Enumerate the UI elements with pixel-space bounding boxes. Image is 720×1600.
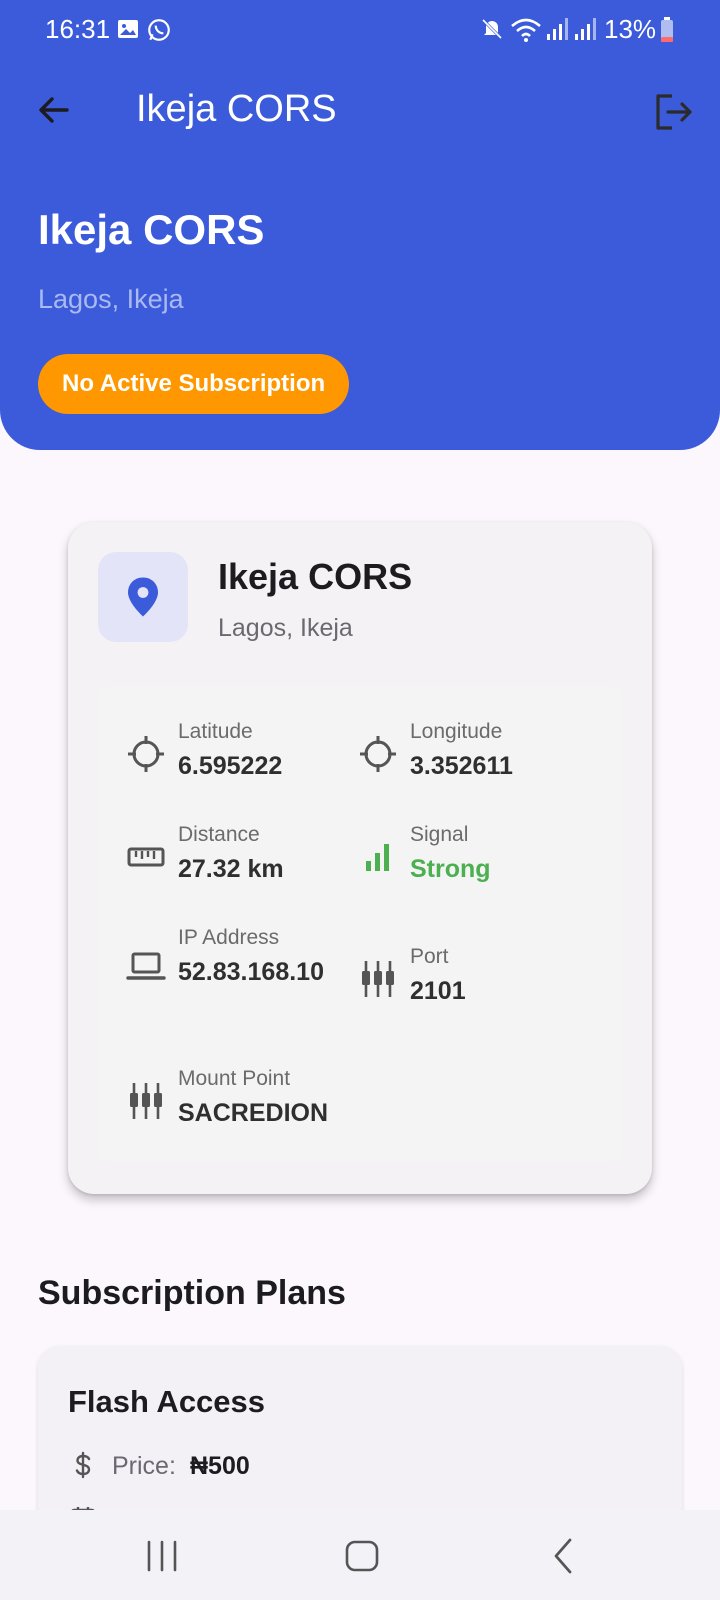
status-bar: 16:31 13% [0,0,720,64]
signal-icon [547,18,568,40]
dollar-icon [75,1451,91,1479]
detail-label: Signal [410,823,469,846]
arrow-left-icon[interactable] [34,90,74,130]
ip-address-detail: IP Address 52.83.168.10 [126,926,366,1006]
station-location: Lagos, Ikeja [218,614,353,642]
detail-label: Latitude [178,720,253,743]
home-icon[interactable] [340,1534,384,1578]
ruler-icon [127,847,165,867]
detail-value: 27.32 km [178,855,284,883]
station-info-card: Ikeja CORS Lagos, Ikeja Latitude 6.59522… [68,522,652,1194]
station-subtitle: Lagos, Ikeja [38,284,184,314]
detail-label: Mount Point [178,1067,291,1090]
header: 16:31 13% Ikeja CORS Ikeja CORS Lagos, I… [0,0,720,450]
battery-icon [661,17,673,42]
detail-label: Longitude [410,720,503,743]
detail-value: 2101 [410,977,466,1005]
gallery-icon [118,20,138,38]
port-icon [362,961,394,997]
logout-icon[interactable] [652,90,696,134]
detail-value: SACREDION [178,1099,329,1127]
longitude-detail: Longitude 3.352611 [358,720,598,800]
station-name: Ikeja CORS [218,556,413,597]
whatsapp-icon [148,19,170,41]
station-title: Ikeja CORS [38,206,265,253]
signal-detail: Signal Strong [358,823,598,903]
crosshair-icon [360,736,396,772]
port-icon [130,1083,162,1119]
status-time: 16:31 [45,14,111,44]
plan-price-label: Price: [112,1452,176,1480]
detail-label: Distance [178,823,260,846]
detail-value: 52.83.168.10 [178,958,324,986]
wifi-icon [511,18,541,42]
crosshair-icon [128,736,164,772]
plan-name: Flash Access [68,1384,266,1419]
detail-value: 6.595222 [178,752,283,780]
detail-value: 3.352611 [410,752,513,780]
location-pin-icon [128,577,158,617]
distance-detail: Distance 27.32 km [126,823,366,903]
station-details-panel: Latitude 6.595222 Longitude 3.352611 Dis… [98,686,622,1162]
mute-icon [481,18,503,40]
laptop-icon [126,952,166,980]
subscription-plans-heading: Subscription Plans [38,1274,346,1312]
detail-label: IP Address [178,926,280,949]
mount-point-detail: Mount Point SACREDION [126,1067,366,1147]
detail-value: Strong [410,855,491,883]
plan-price-value: ₦500 [190,1452,250,1480]
battery-percentage: 13% [604,14,657,44]
recent-apps-icon[interactable] [140,1534,184,1578]
signal-icon [575,18,596,40]
system-navigation-bar [0,1510,720,1600]
station-icon-container [98,552,188,642]
port-detail: Port 2101 [358,945,598,1025]
back-icon[interactable] [542,1534,586,1578]
detail-label: Port [410,945,449,968]
signal-bars-icon [366,844,389,871]
subscription-status-badge: No Active Subscription [38,354,350,414]
app-bar-title: Ikeja CORS [136,88,337,130]
latitude-detail: Latitude 6.595222 [126,720,366,800]
